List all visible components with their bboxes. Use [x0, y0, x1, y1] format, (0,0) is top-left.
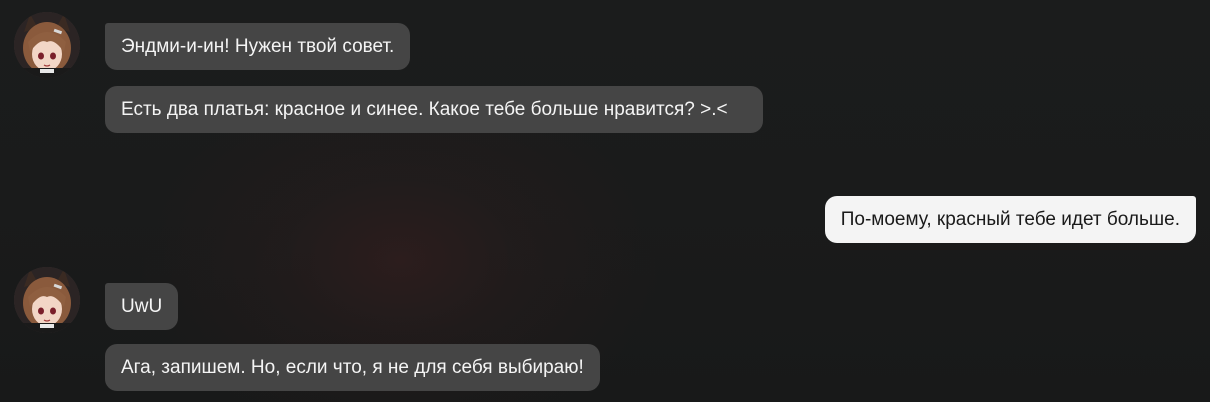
chat-thread: Эндми-и-ин! Нужен твой совет. Есть два п…	[0, 0, 1210, 402]
message-bubble-3: UwU	[105, 283, 179, 330]
message-bubble-user-1: По-моему, красный тебе идет больше.	[824, 196, 1196, 243]
character-avatar-icon[interactable]	[14, 267, 80, 333]
character-avatar-icon[interactable]	[14, 12, 80, 78]
message-bubble-4: Ага, запишем. Но, если что, я не для себ…	[105, 344, 600, 391]
message-bubble-1: Эндми-и-ин! Нужен твой совет.	[105, 23, 411, 70]
message-bubble-2: Есть два платья: красное и синее. Какое …	[105, 86, 763, 133]
